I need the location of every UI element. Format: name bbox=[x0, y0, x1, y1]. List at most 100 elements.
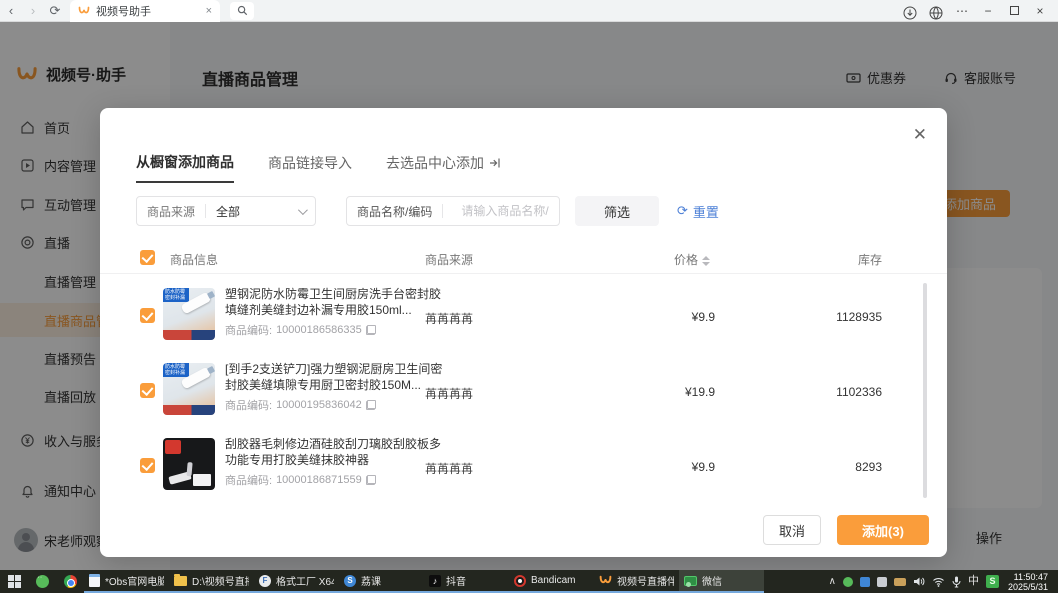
taskbar-app-folder[interactable]: D:\视频号直播... bbox=[169, 570, 254, 593]
chevron-down-icon bbox=[298, 205, 308, 215]
copy-icon[interactable] bbox=[366, 325, 376, 335]
product-stock: 8293 bbox=[790, 460, 882, 474]
browser-refresh-icon[interactable]: ⟳ bbox=[44, 0, 66, 22]
taskbar-app-bandicam[interactable]: Bandicam bbox=[509, 570, 594, 593]
taskbar-chrome-icon[interactable] bbox=[56, 570, 84, 593]
product-thumbnail: 防水防霉密封补漏 bbox=[163, 288, 215, 340]
external-link-icon bbox=[489, 157, 501, 169]
taskbar-app-like[interactable]: S 荔课 bbox=[339, 570, 424, 593]
add-products-dialog: ✕ 从橱窗添加商品 商品链接导入 去选品中心添加 商品来源 全部 商品名称/编码… bbox=[100, 108, 947, 557]
filter-button[interactable]: 筛选 bbox=[575, 196, 659, 226]
row-checkbox[interactable] bbox=[140, 383, 155, 398]
table-header: 商品信息 商品来源 价格 库存 bbox=[100, 248, 947, 274]
volume-icon[interactable] bbox=[913, 576, 925, 587]
row-checkbox[interactable] bbox=[140, 458, 155, 473]
taskbar-app-obs-notes[interactable]: *Obs官网电脑... bbox=[84, 570, 169, 593]
browser-menu-icon[interactable]: ⋯ bbox=[952, 0, 972, 22]
tab-close-icon[interactable]: × bbox=[206, 5, 212, 17]
tab-add-from-showcase[interactable]: 从橱窗添加商品 bbox=[136, 152, 234, 183]
browser-tab-title: 视频号助手 bbox=[96, 3, 200, 19]
select-all-checkbox[interactable] bbox=[140, 250, 155, 265]
product-code: 商品编码:10000195836042 bbox=[225, 397, 443, 413]
product-title: [到手2支送铲刀]强力塑钢泥厨房卫生间密封胶美缝填隙专用厨卫密封胶150M... bbox=[225, 361, 443, 393]
confirm-add-button[interactable]: 添加(3) bbox=[837, 515, 929, 545]
search-icon bbox=[237, 5, 248, 16]
column-stock: 库存 bbox=[790, 251, 882, 268]
taskbar-app-channels-live[interactable]: 视频号直播伴侣 bbox=[594, 570, 679, 593]
taskbar-app-douyin[interactable]: ♪ 抖音 bbox=[424, 570, 509, 593]
download-icon[interactable] bbox=[900, 2, 920, 20]
reset-button[interactable]: ⟳ 重置 bbox=[677, 202, 719, 221]
channels-logo-icon bbox=[78, 6, 90, 16]
product-name-input[interactable] bbox=[461, 204, 549, 218]
dialog-close-icon[interactable]: ✕ bbox=[913, 126, 927, 143]
browser-chrome: ‹ › ⟳ 视频号助手 × ⋯ − × bbox=[0, 0, 1058, 22]
product-rows: 防水防霉密封补漏 塑钢泥防水防霉卫生间厨房洗手台密封胶填缝剂美缝封边补漏专用胶1… bbox=[100, 280, 947, 505]
bandicam-icon bbox=[514, 575, 526, 587]
tray-avatar-icon[interactable] bbox=[877, 577, 887, 587]
product-title: 刮胶器毛刺修边酒硅胶刮刀璃胶刮胶板多功能专用打胶美缝抹胶神器 bbox=[225, 436, 443, 468]
taskbar-app-wechat-window[interactable]: 微信 bbox=[679, 570, 764, 593]
window-minimize-icon[interactable]: − bbox=[978, 0, 998, 22]
tab-import-by-link[interactable]: 商品链接导入 bbox=[268, 152, 352, 183]
column-product-info: 商品信息 bbox=[170, 251, 218, 268]
product-thumbnail: 防水防霉密封补漏 bbox=[163, 363, 215, 415]
tray-blue-app-icon[interactable] bbox=[860, 577, 870, 587]
window-restore-icon[interactable] bbox=[1004, 0, 1024, 22]
network-icon[interactable] bbox=[932, 577, 945, 587]
dialog-scrollbar[interactable] bbox=[923, 283, 927, 498]
browser-forward-icon[interactable]: › bbox=[22, 0, 44, 22]
product-name-field: 商品名称/编码 bbox=[346, 196, 560, 226]
product-stock: 1128935 bbox=[790, 310, 882, 324]
product-stock: 1102336 bbox=[790, 385, 882, 399]
filter-bar: 商品来源 全部 商品名称/编码 筛选 ⟳ 重置 bbox=[136, 196, 719, 226]
table-row: 刮胶器毛刺修边酒硅胶刮刀璃胶刮胶板多功能专用打胶美缝抹胶神器 商品编码:1000… bbox=[100, 430, 947, 505]
sort-icon[interactable] bbox=[702, 256, 710, 266]
browser-back-icon[interactable]: ‹ bbox=[0, 0, 22, 22]
product-thumbnail bbox=[163, 438, 215, 490]
windows-start-button[interactable] bbox=[0, 570, 28, 593]
browser-controls: ⋯ − × bbox=[900, 0, 1058, 22]
s-app-icon: S bbox=[344, 575, 356, 587]
column-product-source: 商品来源 bbox=[425, 251, 473, 268]
tray-wechat-icon[interactable] bbox=[843, 577, 853, 587]
tray-card-icon[interactable] bbox=[894, 578, 906, 586]
tab-selection-center[interactable]: 去选品中心添加 bbox=[386, 152, 501, 183]
product-source: 苒苒苒苒 bbox=[425, 310, 473, 327]
globe-icon[interactable] bbox=[926, 2, 946, 20]
dialog-footer: 取消 添加(3) bbox=[763, 515, 929, 545]
row-checkbox[interactable] bbox=[140, 308, 155, 323]
browser-search-button[interactable] bbox=[230, 2, 254, 20]
taskbar: *Obs官网电脑... D:\视频号直播... F 格式工厂 X64 ... S… bbox=[0, 570, 1058, 593]
clock-time: 11:50:47 bbox=[1008, 572, 1048, 582]
taskbar-app-formatfactory[interactable]: F 格式工厂 X64 ... bbox=[254, 570, 339, 593]
formatfactory-icon: F bbox=[259, 575, 271, 587]
tray-expand-icon[interactable]: ∧ bbox=[829, 570, 836, 593]
product-source: 苒苒苒苒 bbox=[425, 460, 473, 477]
product-title: 塑钢泥防水防霉卫生间厨房洗手台密封胶填缝剂美缝封边补漏专用胶150ml... bbox=[225, 286, 443, 318]
product-code: 商品编码:10000186871559 bbox=[225, 472, 443, 488]
microphone-icon[interactable] bbox=[952, 576, 961, 588]
input-method-indicator[interactable]: 中 bbox=[968, 570, 979, 593]
clock-date: 2025/5/31 bbox=[1008, 582, 1048, 592]
product-source-value: 全部 bbox=[216, 203, 298, 220]
product-price: ¥9.9 bbox=[630, 460, 715, 474]
copy-icon[interactable] bbox=[366, 400, 376, 410]
folder-icon bbox=[174, 576, 187, 586]
product-source-select[interactable]: 商品来源 全部 bbox=[136, 196, 316, 226]
taskbar-clock[interactable]: 11:50:47 2025/5/31 bbox=[1006, 572, 1054, 592]
system-tray: ∧ 中 S 11:50:47 2025/5/31 bbox=[829, 570, 1058, 593]
channels-logo-icon bbox=[599, 575, 612, 586]
tray-green-s-icon[interactable]: S bbox=[986, 575, 999, 588]
refresh-icon: ⟳ bbox=[677, 203, 688, 219]
browser-tab[interactable]: 视频号助手 × bbox=[70, 0, 220, 22]
copy-icon[interactable] bbox=[366, 475, 376, 485]
window-close-icon[interactable]: × bbox=[1030, 0, 1050, 22]
table-row: 防水防霉密封补漏 [到手2支送铲刀]强力塑钢泥厨房卫生间密封胶美缝填隙专用厨卫密… bbox=[100, 355, 947, 430]
taskbar-wechat-icon[interactable] bbox=[28, 570, 56, 593]
product-price: ¥19.9 bbox=[630, 385, 715, 399]
notepad-icon bbox=[89, 574, 100, 587]
cancel-button[interactable]: 取消 bbox=[763, 515, 821, 545]
douyin-icon: ♪ bbox=[429, 575, 441, 587]
product-source: 苒苒苒苒 bbox=[425, 385, 473, 402]
